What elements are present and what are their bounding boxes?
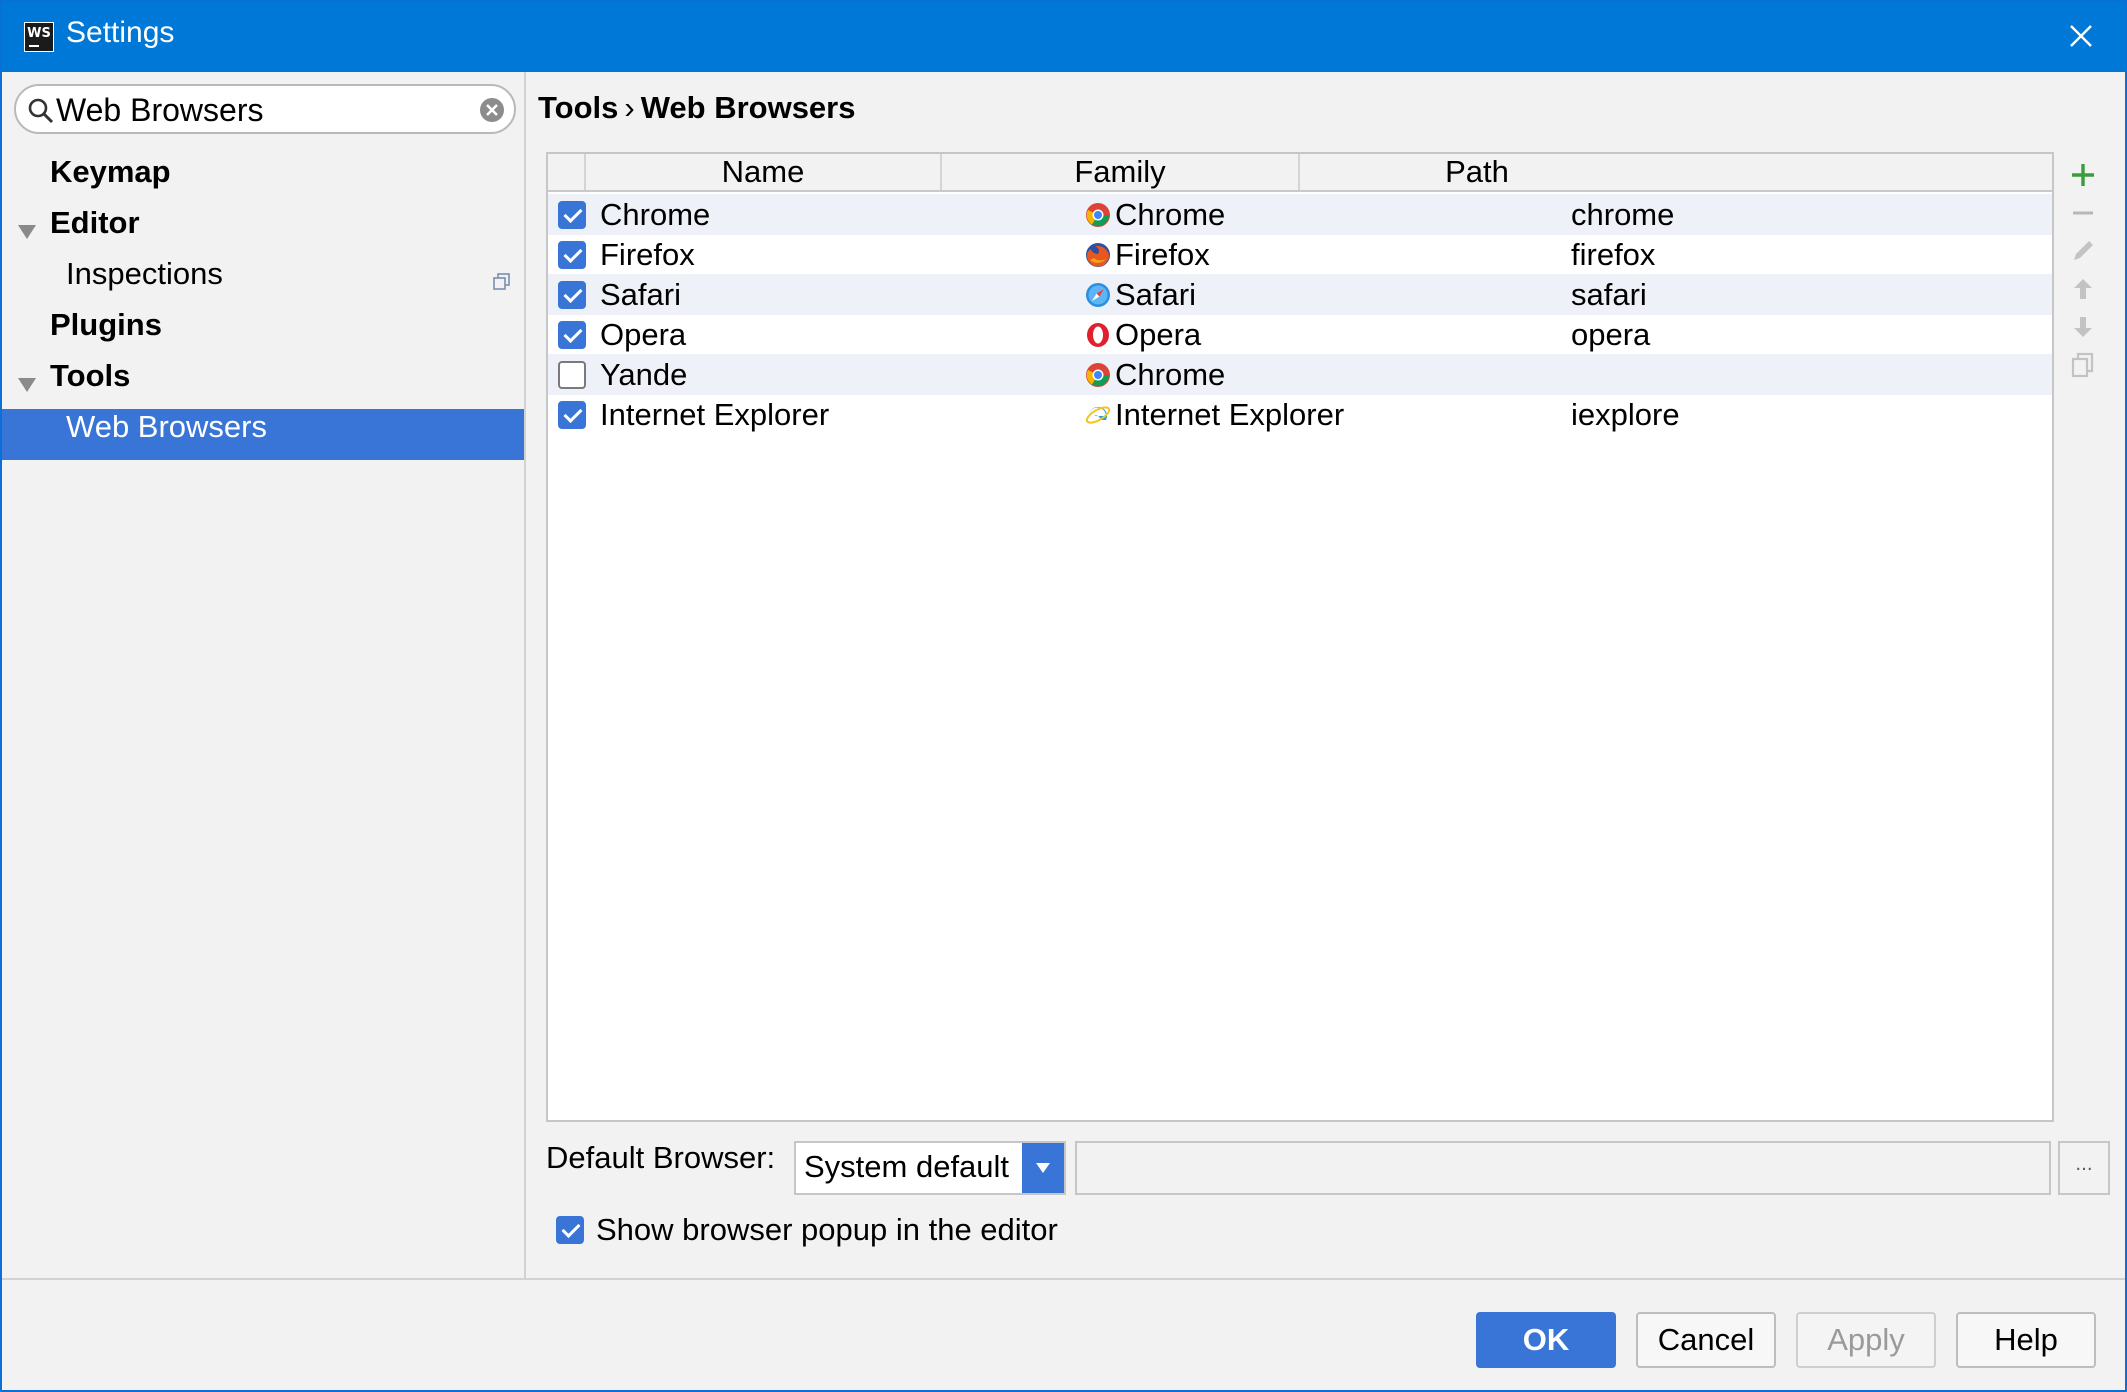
chrome-icon — [1086, 203, 1110, 227]
search-box[interactable] — [14, 84, 516, 134]
tree-item-label: Web Browsers — [66, 409, 267, 444]
help-button[interactable]: Help — [1956, 1312, 2096, 1368]
tree-item-label: Keymap — [50, 154, 171, 189]
breadcrumb-separator: › — [624, 90, 635, 125]
chrome-icon — [1086, 363, 1110, 387]
tree-item-web-browsers[interactable]: Web Browsers — [2, 409, 524, 460]
column-header-checkbox — [548, 154, 584, 190]
table-toolbar — [2056, 152, 2125, 1122]
edit-icon[interactable] — [2068, 236, 2098, 266]
web-browsers-panel: Tools › Web Browsers Name Family Path Chro… — [526, 72, 2125, 1278]
browser-family-label: Opera — [1115, 317, 1202, 352]
table-row[interactable]: Internet Explorer Internet Explorer iexplo… — [548, 394, 2052, 435]
tree-item-label: Editor — [50, 205, 140, 240]
settings-tree-panel: Keymap Editor Inspections Plugins Tools Web B… — [2, 72, 526, 1278]
row-enabled-checkbox[interactable] — [558, 321, 586, 349]
breadcrumb-current: Web Browsers — [640, 90, 856, 125]
browser-family-label: Chrome — [1115, 357, 1226, 392]
browser-name-cell: Firefox — [600, 237, 695, 272]
browser-family-label: Safari — [1115, 277, 1196, 312]
webstorm-app-icon: WS — [24, 22, 54, 52]
ie-icon — [1085, 406, 1111, 424]
cancel-button[interactable]: Cancel — [1636, 1312, 1776, 1368]
browser-family-label: Chrome — [1115, 197, 1226, 232]
browser-family-label: Firefox — [1115, 237, 1210, 272]
browser-name-cell: Chrome — [600, 197, 711, 232]
search-icon — [28, 98, 54, 124]
default-browser-path-field[interactable] — [1075, 1141, 2051, 1195]
row-enabled-checkbox[interactable] — [558, 281, 586, 309]
opera-icon — [1087, 323, 1109, 347]
default-browser-select[interactable]: System default — [794, 1141, 1066, 1195]
search-input[interactable] — [56, 90, 456, 130]
tree-item-label: Plugins — [50, 307, 162, 342]
row-enabled-checkbox[interactable] — [558, 241, 586, 269]
expand-arrow-icon[interactable] — [18, 225, 36, 239]
browser-name-cell: Safari — [600, 277, 681, 312]
table-row[interactable]: Safari Safari safari — [548, 274, 2052, 315]
move-down-icon[interactable] — [2068, 312, 2098, 342]
move-up-icon[interactable] — [2068, 274, 2098, 304]
tree-item-label: Tools — [50, 358, 131, 393]
browser-path-cell: iexplore — [1571, 397, 1680, 432]
chevron-down-icon[interactable] — [1022, 1143, 1064, 1193]
browser-family-label: Internet Explorer — [1115, 397, 1345, 432]
window-title: Settings — [66, 16, 175, 49]
breadcrumb: Tools › Web Browsers — [538, 90, 855, 126]
browser-name-cell: Opera — [600, 317, 687, 352]
browsers-table[interactable]: Name Family Path Chrome Chrome chrome Firef… — [546, 152, 2054, 1122]
tree-item-editor[interactable]: Editor — [2, 205, 524, 256]
row-enabled-checkbox[interactable] — [558, 401, 586, 429]
settings-window: WS Settings Keymap Editor Inspections Plugi… — [0, 0, 2127, 1392]
firefox-icon — [1086, 243, 1110, 267]
add-icon[interactable] — [2068, 160, 2098, 190]
show-popup-label[interactable]: Show browser popup in the editor — [596, 1210, 1058, 1250]
default-browser-value: System default — [804, 1149, 1010, 1184]
browser-name-cell: Internet Explorer — [600, 397, 830, 432]
show-popup-checkbox[interactable] — [556, 1216, 584, 1244]
settings-tree: Keymap Editor Inspections Plugins Tools Web B… — [2, 154, 524, 460]
copy-icon[interactable] — [2068, 350, 2098, 380]
table-row[interactable]: Opera Opera opera — [548, 314, 2052, 355]
browser-path-cell: opera — [1571, 317, 1651, 352]
table-row[interactable]: Yande Chrome — [548, 354, 2052, 395]
tree-item-inspections[interactable]: Inspections — [2, 256, 524, 307]
remove-icon[interactable] — [2068, 198, 2098, 228]
expand-arrow-icon[interactable] — [18, 378, 36, 392]
column-header-name[interactable]: Name — [584, 154, 940, 190]
browser-path-cell: chrome — [1571, 197, 1675, 232]
tree-item-tools[interactable]: Tools — [2, 358, 524, 409]
row-enabled-checkbox[interactable] — [558, 201, 586, 229]
tree-item-label: Inspections — [66, 256, 223, 291]
table-row[interactable]: Chrome Chrome chrome — [548, 194, 2052, 235]
close-icon — [2070, 25, 2092, 47]
safari-icon — [1086, 283, 1110, 307]
browser-path-cell: firefox — [1571, 237, 1656, 272]
project-copy-icon — [493, 273, 510, 290]
tree-item-plugins[interactable]: Plugins — [2, 307, 524, 358]
ok-button[interactable]: OK — [1476, 1312, 1616, 1368]
column-header-path[interactable]: Path — [1298, 154, 1654, 190]
breadcrumb-parent: Tools — [538, 90, 619, 125]
browser-path-cell: safari — [1571, 277, 1647, 312]
title-bar[interactable]: WS Settings — [2, 2, 2125, 72]
apply-button[interactable]: Apply — [1796, 1312, 1936, 1368]
browser-name-cell: Yande — [600, 357, 688, 392]
close-button[interactable] — [2063, 18, 2099, 54]
default-browser-label: Default Browser: — [546, 1140, 776, 1175]
row-enabled-checkbox[interactable] — [558, 361, 586, 389]
tree-item-keymap[interactable]: Keymap — [2, 154, 524, 205]
browse-button[interactable]: ... — [2058, 1141, 2110, 1195]
table-row[interactable]: Firefox Firefox firefox — [548, 234, 2052, 275]
table-header: Name Family Path — [548, 154, 2052, 192]
column-header-family[interactable]: Family — [940, 154, 1298, 190]
dialog-footer: OK Cancel Apply Help — [2, 1278, 2125, 1390]
clear-search-icon[interactable] — [478, 96, 506, 124]
